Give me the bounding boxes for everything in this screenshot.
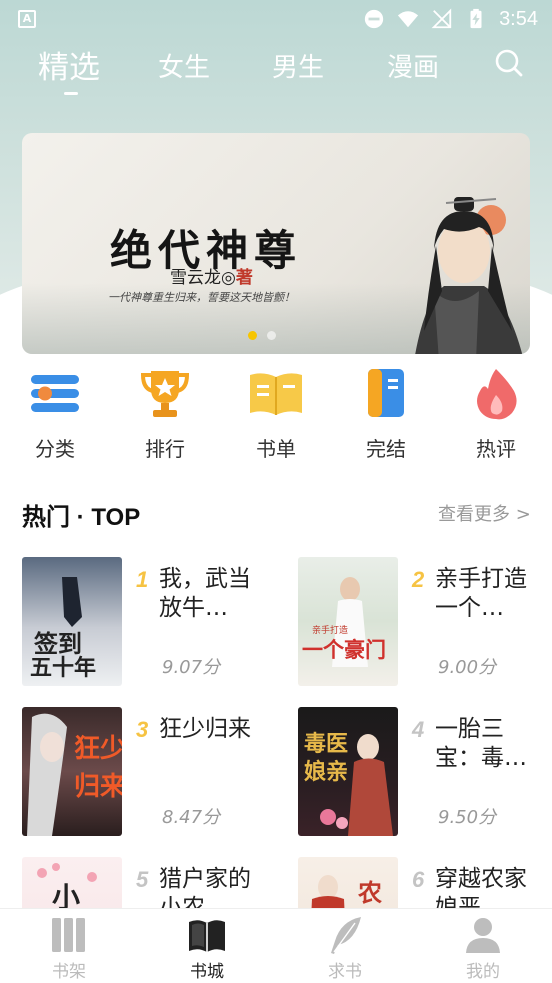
rank-number: 2 (412, 567, 425, 592)
rank-number: 6 (412, 867, 425, 892)
flame-icon (477, 369, 517, 420)
trophy-icon (140, 371, 190, 417)
category-shortcuts: 分类 排行 书单 完结 热评 (0, 365, 552, 465)
book-title: 狂少归来 (159, 716, 251, 742)
book-score: 9.00分 (438, 657, 497, 678)
shortcut-ranking[interactable]: 排行 (125, 365, 205, 462)
app-screen: A 3:54 精选 女生 男生 漫画 绝代神尊 雪云龙◎著 一代神尊重生归来，誓… (0, 0, 552, 983)
pager-dot-active[interactable] (248, 331, 257, 340)
tab-indicator (64, 92, 78, 95)
clock: 3:54 (499, 7, 538, 30)
channel-tabs: 精选 女生 男生 漫画 (0, 40, 552, 100)
view-more-link[interactable]: 查看更多 > (438, 500, 531, 526)
banner-author-name: 雪云龙◎ (170, 268, 236, 288)
banner-pager (248, 331, 276, 340)
book-cover: 亲手打造 一个豪门 (298, 557, 398, 686)
shortcut-hot-comments[interactable]: 热评 (456, 365, 536, 462)
battery-charging-icon (470, 8, 482, 29)
tab-featured[interactable]: 精选 (38, 42, 100, 87)
status-icons: 3:54 (363, 6, 538, 32)
banner-author: 雪云龙◎著 (170, 263, 253, 288)
rank-number: 3 (136, 717, 149, 742)
status-bar: A 3:54 (0, 0, 552, 38)
rank-number: 4 (412, 717, 425, 742)
book-score: 9.07分 (162, 657, 221, 678)
book-cover: 毒医 娘亲 (298, 707, 398, 836)
bookshelf-icon (52, 918, 85, 952)
svg-text:狂少: 狂少 (74, 734, 122, 764)
shortcut-finished[interactable]: 完结 (346, 365, 426, 462)
pager-dot[interactable] (267, 331, 276, 340)
shortcut-label: 完结 (366, 437, 406, 461)
svg-text:归来: 归来 (74, 772, 122, 802)
nav-label: 书架 (52, 962, 86, 982)
banner-slogan: 一代神尊重生归来，誓要这天地皆颤！ (108, 291, 295, 304)
rank-number: 5 (136, 867, 149, 892)
nav-request-book[interactable]: 求书 (305, 915, 385, 982)
svg-text:五十年: 五十年 (30, 655, 96, 681)
svg-text:农: 农 (357, 878, 382, 907)
bottom-navigation: 书架 书城 求书 我的 (0, 908, 552, 983)
svg-text:亲手打造: 亲手打造 (312, 624, 348, 636)
nav-profile[interactable]: 我的 (443, 915, 523, 982)
svg-text:毒医: 毒医 (304, 731, 348, 757)
book-card[interactable]: 毒医 娘亲 4 一胎三宝：毒… 9.50分 (298, 707, 548, 837)
open-book-icon (250, 373, 302, 415)
search-icon[interactable] (494, 48, 524, 78)
promo-banner[interactable]: 绝代神尊 雪云龙◎著 一代神尊重生归来，誓要这天地皆颤！ (22, 133, 530, 354)
nav-bookshelf[interactable]: 书架 (29, 915, 109, 982)
book-card[interactable]: 亲手打造 一个豪门 2 亲手打造一个… 9.00分 (298, 557, 548, 687)
nav-label: 求书 (328, 962, 362, 982)
dnd-icon (364, 9, 384, 29)
tab-comics[interactable]: 漫画 (387, 47, 439, 84)
book-card[interactable]: 狂少 归来 3 狂少归来 8.47分 (22, 707, 272, 837)
shortcut-label: 热评 (476, 437, 516, 461)
nav-bookstore[interactable]: 书城 (167, 915, 247, 982)
tab-male[interactable]: 男生 (272, 47, 324, 84)
shortcut-label: 书单 (256, 437, 296, 461)
banner-author-suffix: 著 (235, 268, 253, 288)
shortcut-category[interactable]: 分类 (15, 365, 95, 462)
finished-book-icon (368, 369, 404, 417)
feather-icon (331, 917, 361, 954)
book-cover: 狂少 归来 (22, 707, 122, 836)
book-cover: 签到 五十年 (22, 557, 122, 686)
book-score: 8.47分 (162, 807, 221, 828)
shortcut-label: 排行 (145, 437, 185, 461)
book-score: 9.50分 (438, 807, 497, 828)
no-signal-icon (431, 8, 452, 29)
book-title: 一胎三宝：毒… (435, 716, 527, 771)
book-card[interactable]: 签到 五十年 1 我，武当放牛… 9.07分 (22, 557, 272, 687)
svg-text:娘亲: 娘亲 (304, 759, 348, 785)
shortcut-label: 分类 (35, 437, 75, 461)
nav-label: 书城 (190, 962, 224, 982)
wifi-icon (397, 11, 419, 28)
rank-number: 1 (136, 567, 149, 592)
category-icon (31, 375, 79, 412)
shortcut-booklist[interactable]: 书单 (236, 365, 316, 462)
book-title: 亲手打造一个… (435, 566, 527, 621)
banner-character-illustration (415, 197, 523, 354)
svg-text:一个豪门: 一个豪门 (302, 637, 386, 662)
bookstore-icon (189, 920, 225, 952)
user-icon (466, 918, 500, 953)
tab-female[interactable]: 女生 (158, 47, 210, 84)
svg-text:签到: 签到 (33, 629, 82, 658)
app-notification-icon: A (18, 10, 36, 28)
book-title: 我，武当放牛… (159, 566, 251, 621)
nav-label: 我的 (466, 962, 500, 982)
section-title: 热门 · TOP (22, 504, 141, 531)
